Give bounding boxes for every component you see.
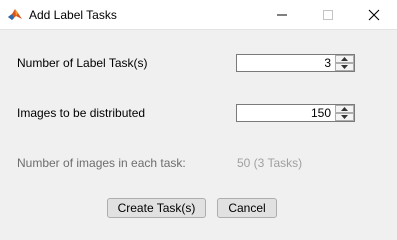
- chevron-up-icon: [341, 57, 348, 61]
- matlab-icon: [7, 7, 23, 23]
- spin-up-button[interactable]: [335, 55, 354, 63]
- maximize-button[interactable]: [305, 0, 351, 30]
- images-label: Images to be distributed: [17, 106, 146, 120]
- close-icon: [368, 9, 380, 21]
- images-value[interactable]: 150: [237, 105, 333, 121]
- window-title: Add Label Tasks: [29, 8, 117, 22]
- create-tasks-button[interactable]: Create Task(s): [107, 198, 206, 218]
- chevron-up-icon: [341, 107, 348, 111]
- spin-down-button[interactable]: [335, 113, 354, 121]
- images-spin-buttons[interactable]: [335, 105, 354, 121]
- num-tasks-value[interactable]: 3: [237, 55, 333, 71]
- maximize-icon: [323, 10, 333, 20]
- close-button[interactable]: [351, 0, 397, 30]
- chevron-down-icon: [341, 115, 348, 119]
- spin-down-button[interactable]: [335, 63, 354, 71]
- minimize-icon: [277, 14, 287, 16]
- num-tasks-label: Number of Label Task(s): [17, 56, 148, 70]
- title-bar: Add Label Tasks: [0, 0, 397, 30]
- num-tasks-spin-buttons[interactable]: [335, 55, 354, 71]
- cancel-button[interactable]: Cancel: [217, 198, 277, 218]
- per-task-label: Number of images in each task:: [17, 156, 186, 170]
- minimize-button[interactable]: [259, 0, 305, 30]
- per-task-value: 50 (3 Tasks): [237, 156, 303, 170]
- spin-up-button[interactable]: [335, 105, 354, 113]
- num-tasks-spinner[interactable]: 3: [236, 54, 355, 72]
- chevron-down-icon: [341, 65, 348, 69]
- images-spinner[interactable]: 150: [236, 104, 355, 122]
